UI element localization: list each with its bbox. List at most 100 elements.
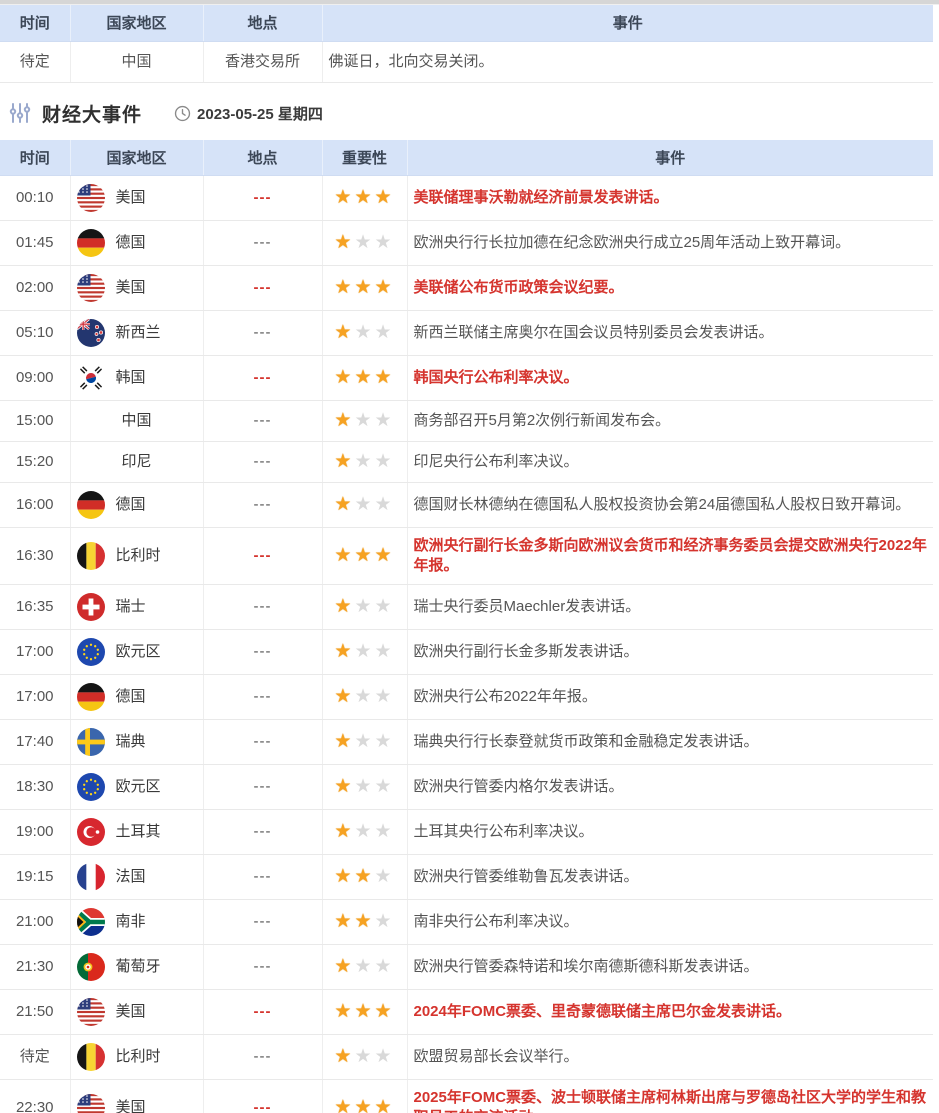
- flag-icon-be: [77, 542, 105, 570]
- importance-cell: ★★★: [322, 765, 407, 810]
- star-empty-icon: ★: [354, 1046, 374, 1067]
- country-name: 法国: [116, 867, 146, 887]
- country-cell: 比利时: [70, 528, 203, 585]
- location-cell: ---: [203, 528, 322, 585]
- country-cell: 瑞典: [70, 720, 203, 765]
- star-empty-icon: ★: [375, 410, 395, 431]
- event-row: 16:35 瑞士 --- ★★★ 瑞士央行委员Maechler发表讲话。: [0, 585, 933, 630]
- flag-icon-us: [77, 274, 105, 302]
- flag-icon-us: [77, 184, 105, 212]
- country-cell: 中国: [70, 401, 203, 442]
- event-cell: 土耳其央行公布利率决议。: [407, 810, 933, 855]
- sliders-icon: [8, 101, 32, 125]
- star-filled-icon: ★: [334, 956, 354, 977]
- time-cell: 21:00: [0, 900, 70, 945]
- event-cell: 欧洲央行行长拉加德在纪念欧洲央行成立25周年活动上致开幕词。: [407, 221, 933, 266]
- star-filled-icon: ★: [375, 367, 395, 388]
- date-picker[interactable]: 2023-05-25 星期四: [174, 103, 323, 124]
- flag-icon-de: [77, 683, 105, 711]
- country-name: 瑞士: [116, 597, 146, 617]
- clock-icon: [174, 105, 191, 122]
- location-cell: ---: [203, 483, 322, 528]
- event-cell: 欧洲央行管委内格尔发表讲话。: [407, 765, 933, 810]
- star-empty-icon: ★: [354, 494, 374, 515]
- importance-cell: ★★★: [322, 442, 407, 483]
- star-empty-icon: ★: [375, 232, 395, 253]
- flag-icon-fr: [77, 863, 105, 891]
- star-empty-icon: ★: [354, 686, 374, 707]
- event-row: 16:00 德国 --- ★★★ 德国财长林德纳在德国私人股权投资协会第24届德…: [0, 483, 933, 528]
- country-name: 葡萄牙: [116, 957, 161, 977]
- event-row: 22:30 美国 --- ★★★ 2025年FOMC票委、波士顿联储主席柯林斯出…: [0, 1080, 933, 1113]
- star-empty-icon: ★: [354, 731, 374, 752]
- holiday-row: 待定 中国 香港交易所 佛诞日，北向交易关闭。: [0, 41, 933, 82]
- calendar-date: 2023-05-25 星期四: [197, 103, 323, 124]
- star-empty-icon: ★: [354, 956, 374, 977]
- section-title: 财经大事件: [42, 100, 142, 127]
- country-cell: 德国: [70, 675, 203, 720]
- section-header: 财经大事件 2023-05-25 星期四: [0, 83, 939, 140]
- flag-icon-de: [77, 683, 105, 711]
- time-cell: 21:50: [0, 990, 70, 1035]
- star-filled-icon: ★: [334, 911, 354, 932]
- star-empty-icon: ★: [375, 596, 395, 617]
- event-cell: 德国财长林德纳在德国私人股权投资协会第24届德国私人股权日致开幕词。: [407, 483, 933, 528]
- country-cell: 新西兰: [70, 311, 203, 356]
- location-cell: ---: [203, 675, 322, 720]
- event-cell: 印尼央行公布利率决议。: [407, 442, 933, 483]
- event-cell: 2024年FOMC票委、里奇蒙德联储主席巴尔金发表讲话。: [407, 990, 933, 1035]
- country-name: 美国: [116, 188, 146, 208]
- location-cell: ---: [203, 176, 322, 221]
- importance-cell: ★★★: [322, 675, 407, 720]
- star-empty-icon: ★: [354, 232, 374, 253]
- event-row: 21:30 葡萄牙 --- ★★★ 欧洲央行管委森特诺和埃尔南德斯德科斯发表讲话…: [0, 945, 933, 990]
- country-cell: 中国: [70, 41, 203, 82]
- star-filled-icon: ★: [334, 686, 354, 707]
- holiday-table-header-row: 时间 国家地区 地点 事件: [0, 5, 933, 41]
- country-cell: 欧元区: [70, 765, 203, 810]
- event-row: 19:15 法国 --- ★★★ 欧洲央行管委维勒鲁瓦发表讲话。: [0, 855, 933, 900]
- event-row: 16:30 比利时 --- ★★★ 欧洲央行副行长金多斯向欧洲议会货币和经济事务…: [0, 528, 933, 585]
- importance-cell: ★★★: [322, 945, 407, 990]
- event-cell: 2025年FOMC票委、波士顿联储主席柯林斯出席与罗德岛社区大学的学生和教职员工…: [407, 1080, 933, 1113]
- star-empty-icon: ★: [354, 322, 374, 343]
- importance-cell: ★★★: [322, 630, 407, 675]
- time-cell: 15:00: [0, 401, 70, 442]
- star-empty-icon: ★: [354, 451, 374, 472]
- star-filled-icon: ★: [375, 545, 395, 566]
- event-cell: 欧洲央行副行长金多斯发表讲话。: [407, 630, 933, 675]
- star-filled-icon: ★: [354, 277, 374, 298]
- country-cell: 印尼: [70, 442, 203, 483]
- country-name: 美国: [116, 278, 146, 298]
- event-row: 05:10 新西兰 --- ★★★ 新西兰联储主席奥尔在国会议员特别委员会发表讲…: [0, 311, 933, 356]
- star-filled-icon: ★: [334, 187, 354, 208]
- time-cell: 16:30: [0, 528, 70, 585]
- flag-icon-ch: [77, 593, 105, 621]
- event-cell: 欧盟贸易部长会议举行。: [407, 1035, 933, 1080]
- star-empty-icon: ★: [375, 956, 395, 977]
- star-filled-icon: ★: [334, 545, 354, 566]
- star-filled-icon: ★: [334, 277, 354, 298]
- time-cell: 22:30: [0, 1080, 70, 1113]
- event-cell: 欧洲央行公布2022年年报。: [407, 675, 933, 720]
- event-cell: 瑞士央行委员Maechler发表讲话。: [407, 585, 933, 630]
- event-row: 00:10 美国 --- ★★★ 美联储理事沃勒就经济前景发表讲话。: [0, 176, 933, 221]
- location-cell: ---: [203, 585, 322, 630]
- importance-cell: ★★★: [322, 585, 407, 630]
- star-filled-icon: ★: [334, 494, 354, 515]
- location-cell: ---: [203, 855, 322, 900]
- event-row: 15:20 印尼 --- ★★★ 印尼央行公布利率决议。: [0, 442, 933, 483]
- time-cell: 01:45: [0, 221, 70, 266]
- country-name: 印尼: [121, 452, 151, 472]
- flag-icon-de: [77, 229, 105, 257]
- importance-cell: ★★★: [322, 483, 407, 528]
- importance-cell: ★★★: [322, 356, 407, 401]
- star-filled-icon: ★: [334, 367, 354, 388]
- event-cell: 美联储公布货币政策会议纪要。: [407, 266, 933, 311]
- star-filled-icon: ★: [354, 911, 374, 932]
- event-row: 01:45 德国 --- ★★★ 欧洲央行行长拉加德在纪念欧洲央行成立25周年活…: [0, 221, 933, 266]
- event-cell: 韩国央行公布利率决议。: [407, 356, 933, 401]
- location-cell: ---: [203, 720, 322, 765]
- time-cell: 18:30: [0, 765, 70, 810]
- event-row: 19:00 土耳其 --- ★★★ 土耳其央行公布利率决议。: [0, 810, 933, 855]
